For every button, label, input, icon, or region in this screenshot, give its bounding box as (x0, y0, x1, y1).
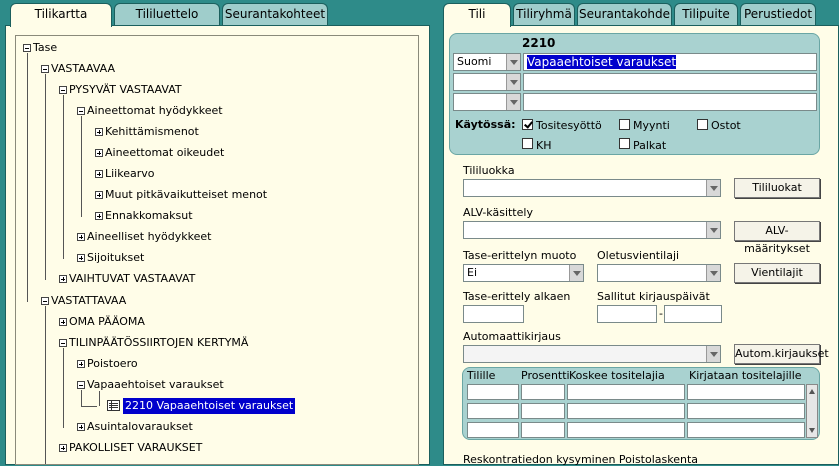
account-number: 2210 (522, 36, 556, 50)
tase-erittely-select[interactable]: Ei (463, 264, 584, 282)
autom-label: Automaattikirjaus (463, 330, 561, 343)
account-name-field-3[interactable] (523, 93, 817, 111)
oletusvientilaji-select[interactable] (597, 264, 721, 282)
autom-kirjaukset-button[interactable]: Autom.kirjaukset (734, 344, 829, 364)
check-myynti-label: Myynti (633, 119, 670, 132)
alv-select[interactable] (463, 221, 721, 239)
grid-header-koskee: Koskee tositelajia (569, 369, 665, 382)
tab-tililuettelo[interactable]: Tililuettelo (114, 3, 220, 25)
tililuokka-label: Tililuokka (463, 164, 515, 177)
oletusvientilaji-label: Oletusvientilaji (597, 249, 680, 262)
check-ostot-label: Ostot (711, 119, 741, 132)
check-tositesyotto[interactable] (522, 119, 533, 130)
tree-node-2210-selected[interactable]: 2210 Vapaaehtoiset varaukset (123, 398, 296, 414)
chevron-down-icon[interactable] (706, 222, 720, 238)
account-name-field-2[interactable] (523, 73, 817, 91)
grid-cell[interactable] (521, 403, 565, 419)
tree-node-vapaaehtoiset-varaukset[interactable]: Vapaaehtoiset varaukset (87, 377, 224, 393)
sallitut-label: Sallitut kirjauspäivät (597, 290, 710, 303)
grid-cell[interactable] (521, 384, 565, 400)
language-select[interactable]: Suomi (453, 53, 521, 71)
check-palkat[interactable] (619, 138, 630, 149)
grid-scrollbar[interactable] (806, 384, 818, 438)
tree-node-kehittamismenot[interactable]: Kehittämismenot (105, 124, 199, 140)
language-select-2[interactable] (453, 73, 521, 91)
tree-node-tilinpaatossiirtojen-kertyma[interactable]: TILINPÄÄTÖSSIIRTOJEN KERTYMÄ (69, 335, 248, 351)
tree-node-oma-paaoma[interactable]: OMA PÄÄOMA (69, 314, 145, 330)
check-ostot[interactable] (697, 119, 708, 130)
scroll-down-icon[interactable] (809, 428, 815, 433)
tree-node-muut-pitkavaikutteiset[interactable]: Muut pitkävaikutteiset menot (105, 187, 267, 203)
grid-cell[interactable] (687, 384, 805, 400)
tree-node-asuintalovaraukset[interactable]: Asuintalovaraukset (87, 419, 193, 435)
date-separator: - (659, 307, 663, 320)
grid-cell[interactable] (467, 384, 519, 400)
tab-tili[interactable]: Tili (443, 3, 511, 27)
tree-node-tase[interactable]: Tase (33, 40, 57, 56)
check-tositesyotto-label: Tositesyöttö (536, 119, 602, 132)
check-myynti[interactable] (619, 119, 630, 130)
grid-header-kirjataan: Kirjataan tositelajille (689, 369, 802, 382)
tase-alkaen-field[interactable] (463, 305, 524, 323)
tree-node-pysyvat[interactable]: PYSYVÄT VASTAAVAT (69, 82, 182, 98)
autom-select[interactable] (463, 345, 721, 363)
alv-maaritykset-button[interactable]: ALV-määritykset (734, 221, 820, 255)
chevron-down-icon[interactable] (506, 74, 520, 90)
grid-cell[interactable] (467, 403, 519, 419)
language-select-3[interactable] (453, 93, 521, 111)
grid-cell[interactable] (567, 403, 685, 419)
chevron-down-icon[interactable] (506, 54, 520, 70)
account-doc-icon (107, 400, 120, 411)
tab-seurantakohde[interactable]: Seurantakohde (577, 3, 672, 25)
tab-tilikartta[interactable]: Tilikartta (10, 3, 112, 27)
account-tree[interactable]: Tase VASTAAVAA PYSYVÄT VASTAAVAT Aineett… (15, 35, 419, 465)
grid-cell[interactable] (521, 422, 565, 438)
tree-node-aineelliset[interactable]: Aineelliset hyödykkeet (87, 229, 211, 245)
check-kh-label: KH (536, 139, 552, 152)
tililuokka-select[interactable] (463, 179, 721, 197)
tab-perustiedot[interactable]: Perustiedot (740, 3, 816, 25)
bottom-section-label: Reskontratiedon kysyminen Poistolaskenta (463, 453, 699, 466)
tree-node-vaihtuvat[interactable]: VAIHTUVAT VASTAAVAT (69, 271, 195, 287)
check-kh[interactable] (522, 138, 533, 149)
check-palkat-label: Palkat (633, 139, 667, 152)
grid-cell[interactable] (687, 422, 805, 438)
tree-node-aineettomat[interactable]: Aineettomat hyödykkeet (87, 103, 223, 119)
account-name-field[interactable]: Vapaaehtoiset varaukset (523, 53, 817, 71)
tab-tiliryhma[interactable]: Tiliryhmä (513, 3, 575, 25)
tree-node-poistoero[interactable]: Poistoero (87, 356, 138, 372)
grid-cell[interactable] (687, 403, 805, 419)
tililuokat-button[interactable]: Tililuokat (734, 178, 820, 198)
sallitut-from-field[interactable] (597, 305, 657, 323)
tree-node-vastaavaa[interactable]: VASTAAVAA (51, 61, 115, 77)
tase-alkaen-label: Tase-erittely alkaen (463, 290, 571, 303)
tree-node-vastattavaa[interactable]: VASTATTAVAA (51, 293, 126, 309)
chevron-down-icon[interactable] (506, 94, 520, 110)
tab-seurantakohteet[interactable]: Seurantakohteet (222, 3, 328, 25)
chevron-down-icon[interactable] (569, 265, 583, 281)
tree-node-ennakkomaksut[interactable]: Ennakkomaksut (105, 208, 193, 224)
tree-node-liikearvo[interactable]: Liikearvo (105, 166, 155, 182)
grid-cell[interactable] (567, 384, 685, 400)
grid-cell[interactable] (467, 422, 519, 438)
scroll-up-icon[interactable] (809, 389, 815, 394)
sallitut-to-field[interactable] (664, 305, 722, 323)
tab-tilipuite[interactable]: Tilipuite (674, 3, 738, 25)
chevron-down-icon[interactable] (706, 180, 720, 196)
grid-header-tilille: Tilille (467, 369, 496, 382)
chevron-down-icon[interactable] (706, 265, 720, 281)
vientilajit-button[interactable]: Vientilajit (734, 263, 820, 283)
tree-node-aineettomat-oikeudet[interactable]: Aineettomat oikeudet (105, 145, 224, 161)
alv-label: ALV-käsittely (463, 206, 533, 219)
kaytossa-label: Käytössä: (455, 118, 516, 131)
grid-cell[interactable] (567, 422, 685, 438)
tree-node-pakolliset-varaukset[interactable]: PAKOLLISET VARAUKSET (69, 440, 202, 456)
tase-erittely-label: Tase-erittelyn muoto (463, 249, 577, 262)
grid-header-prosentti: Prosentti (521, 369, 570, 382)
tree-node-sijoitukset[interactable]: Sijoitukset (87, 250, 144, 266)
chevron-down-icon[interactable] (706, 346, 720, 362)
